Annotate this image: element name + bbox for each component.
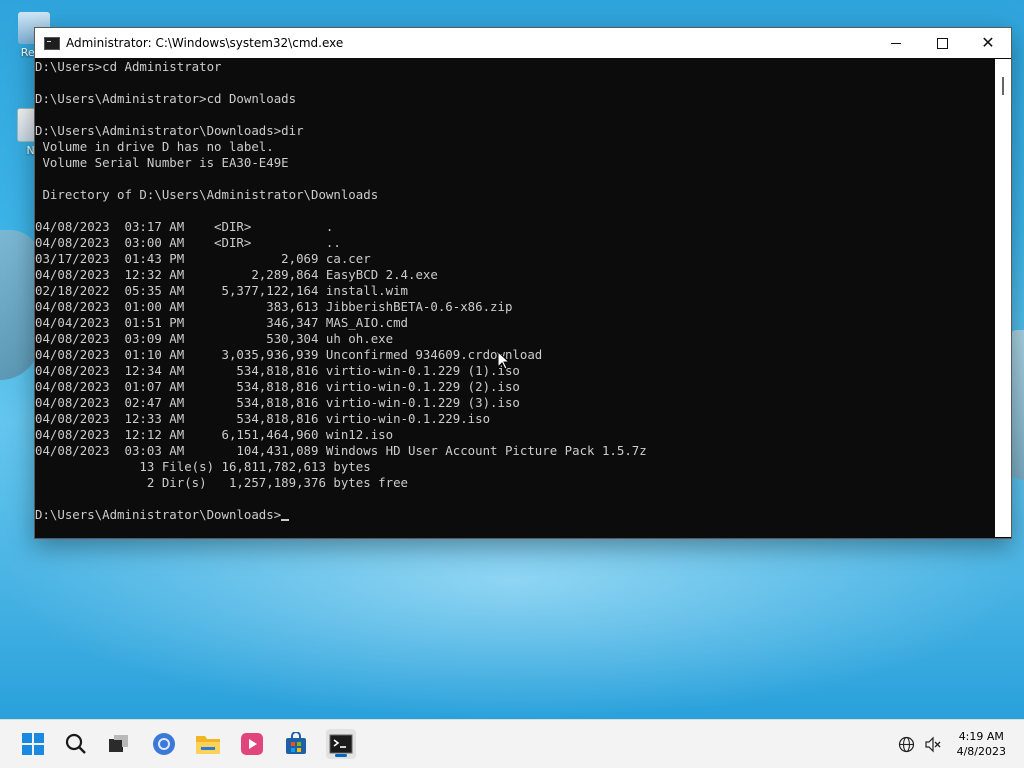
- volume-muted-icon: [925, 736, 941, 753]
- cmd-app-icon: [44, 36, 60, 50]
- console-line-text: 04/08/2023 01:10 AM 3,035,936,939 Unconf…: [35, 347, 543, 362]
- start-button[interactable]: [18, 729, 48, 759]
- task-view-icon: [109, 735, 128, 752]
- taskbar-clock[interactable]: 4:19 AM 4/8/2023: [957, 729, 1006, 759]
- clock-time: 4:19 AM: [958, 730, 1004, 743]
- console-scrollbar[interactable]: [995, 59, 1011, 537]
- console-line-text: 04/08/2023 01:00 AM 383,613 JibberishBET…: [35, 299, 513, 314]
- console-output[interactable]: D:\Users>cd Administrator D:\Users\Admini…: [35, 59, 995, 537]
- mouse-pointer-icon: [497, 350, 511, 374]
- console-line: Volume in drive D has no label.: [35, 139, 995, 155]
- console-line: 04/08/2023 03:17 AM <DIR> .: [35, 219, 995, 235]
- console-line: 04/08/2023 12:12 AM 6,151,464,960 win12.…: [35, 427, 995, 443]
- file-explorer-button[interactable]: [193, 729, 223, 759]
- console-line-text: Volume Serial Number is EA30-E49E: [35, 155, 289, 170]
- task-view-button[interactable]: [104, 729, 134, 759]
- window-titlebar[interactable]: Administrator: C:\Windows\system32\cmd.e…: [35, 28, 1011, 58]
- terminal-icon: [329, 734, 353, 754]
- console-line-text: 02/18/2022 05:35 AM 5,377,122,164 instal…: [35, 283, 408, 298]
- console-line: D:\Users\Administrator\Downloads>: [35, 507, 995, 523]
- console-line-text: 04/08/2023 12:33 AM 534,818,816 virtio-w…: [35, 411, 491, 426]
- console-line-text: Directory of D:\Users\Administrator\Down…: [35, 187, 379, 202]
- console-line-text: 03/17/2023 01:43 PM 2,069 ca.cer: [35, 251, 371, 266]
- media-player-icon: [241, 733, 263, 755]
- active-app-indicator: [335, 754, 347, 757]
- desktop-wallpaper-glow: [0, 520, 1024, 720]
- minimize-icon: [891, 42, 901, 44]
- console-line-text: 04/08/2023 03:17 AM <DIR> .: [35, 219, 334, 234]
- console-line-text: 04/08/2023 03:03 AM 104,431,089 Windows …: [35, 443, 647, 458]
- console-line-text: 13 File(s) 16,811,782,613 bytes: [35, 459, 371, 474]
- console-line-text: 04/08/2023 12:12 AM 6,151,464,960 win12.…: [35, 427, 394, 442]
- console-line: 04/08/2023 01:07 AM 534,818,816 virtio-w…: [35, 379, 995, 395]
- maximize-button[interactable]: [919, 28, 965, 58]
- console-line: Volume Serial Number is EA30-E49E: [35, 155, 995, 171]
- store-button[interactable]: [281, 729, 311, 759]
- console-line-text: 04/08/2023 03:00 AM <DIR> ..: [35, 235, 341, 250]
- store-icon: [286, 732, 306, 754]
- console-line: 04/08/2023 03:09 AM 530,304 uh oh.exe: [35, 331, 995, 347]
- browser-button[interactable]: [149, 729, 179, 759]
- console-line-text: 04/04/2023 01:51 PM 346,347 MAS_AIO.cmd: [35, 315, 408, 330]
- console-line: 04/08/2023 12:34 AM 534,818,816 virtio-w…: [35, 363, 995, 379]
- console-line-text: D:\Users>cd Administrator: [35, 59, 222, 74]
- console-line: 04/08/2023 12:32 AM 2,289,864 EasyBCD 2.…: [35, 267, 995, 283]
- console-line-text: D:\Users\Administrator\Downloads>dir: [35, 123, 304, 138]
- console-line-text: 04/08/2023 01:07 AM 534,818,816 virtio-w…: [35, 379, 520, 394]
- network-globe-icon: [898, 736, 915, 753]
- scrollbar-thumb[interactable]: [1002, 77, 1004, 95]
- window-title: Administrator: C:\Windows\system32\cmd.e…: [66, 36, 344, 50]
- console-line: 04/08/2023 03:03 AM 104,431,089 Windows …: [35, 443, 995, 459]
- terminal-button[interactable]: [326, 729, 356, 759]
- console-line: 04/08/2023 01:10 AM 3,035,936,939 Unconf…: [35, 347, 995, 363]
- media-player-button[interactable]: [237, 729, 267, 759]
- console-line-text: Volume in drive D has no label.: [35, 139, 274, 154]
- console-line: 02/18/2022 05:35 AM 5,377,122,164 instal…: [35, 283, 995, 299]
- clock-date: 4/8/2023: [956, 745, 1006, 758]
- console-line-text: 04/08/2023 02:47 AM 534,818,816 virtio-w…: [35, 395, 520, 410]
- console-line: 03/17/2023 01:43 PM 2,069 ca.cer: [35, 251, 995, 267]
- console-line-text: 04/08/2023 03:09 AM 530,304 uh oh.exe: [35, 331, 394, 346]
- text-cursor: [281, 519, 290, 521]
- network-button[interactable]: [898, 736, 915, 757]
- console-line: 2 Dir(s) 1,257,189,376 bytes free: [35, 475, 995, 491]
- console-line: 13 File(s) 16,811,782,613 bytes: [35, 459, 995, 475]
- console-line: D:\Users>cd Administrator: [35, 59, 995, 75]
- console-line-text: D:\Users\Administrator>cd Downloads: [35, 91, 297, 106]
- maximize-icon: [936, 37, 948, 49]
- console-line-text: 2 Dir(s) 1,257,189,376 bytes free: [35, 475, 408, 490]
- search-icon: [65, 733, 86, 754]
- console-line-text: 04/08/2023 12:32 AM 2,289,864 EasyBCD 2.…: [35, 267, 438, 282]
- console-line-text: D:\Users\Administrator\Downloads>: [35, 507, 282, 522]
- browser-icon: [153, 733, 175, 755]
- console-line: 04/08/2023 03:00 AM <DIR> ..: [35, 235, 995, 251]
- console-line: Directory of D:\Users\Administrator\Down…: [35, 187, 995, 203]
- console-line: 04/08/2023 02:47 AM 534,818,816 virtio-w…: [35, 395, 995, 411]
- minimize-button[interactable]: [873, 28, 919, 58]
- windows-logo-icon: [22, 733, 44, 755]
- console-line: 04/08/2023 01:00 AM 383,613 JibberishBET…: [35, 299, 995, 315]
- console-line: D:\Users\Administrator\Downloads>dir: [35, 123, 995, 139]
- close-icon: ✕: [981, 33, 995, 52]
- search-button[interactable]: [61, 729, 91, 759]
- console-line: D:\Users\Administrator>cd Downloads: [35, 91, 995, 107]
- cmd-window[interactable]: Administrator: C:\Windows\system32\cmd.e…: [34, 27, 1012, 539]
- console-line: 04/08/2023 12:33 AM 534,818,816 virtio-w…: [35, 411, 995, 427]
- close-button[interactable]: ✕: [965, 28, 1011, 58]
- console-line-text: 04/08/2023 12:34 AM 534,818,816 virtio-w…: [35, 363, 520, 378]
- console-line: 04/04/2023 01:51 PM 346,347 MAS_AIO.cmd: [35, 315, 995, 331]
- volume-button[interactable]: [924, 736, 942, 757]
- folder-icon: [196, 736, 220, 754]
